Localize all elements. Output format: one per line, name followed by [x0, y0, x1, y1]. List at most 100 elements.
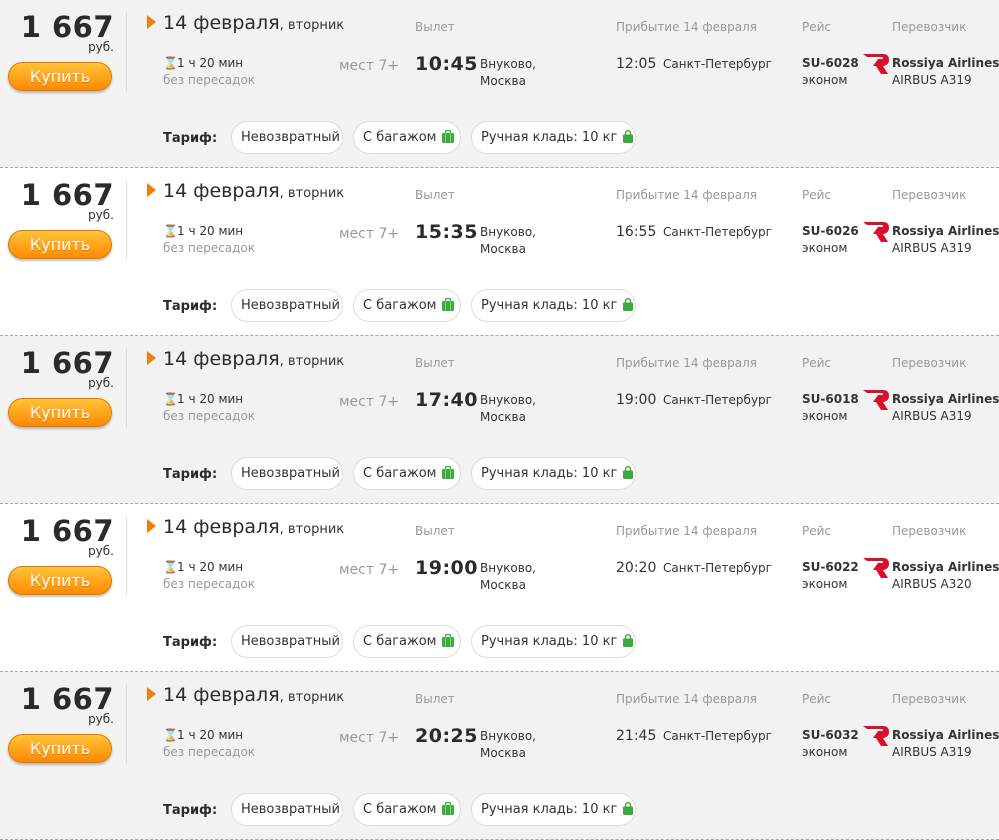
tariff-baggage-option[interactable]: С багажом — [353, 457, 461, 490]
tariff-baggage-option[interactable]: С багажом — [353, 625, 461, 658]
weekday-text: , вторник — [279, 522, 345, 537]
tariff-label: Тариф: — [163, 635, 218, 650]
divider — [126, 12, 127, 92]
tariff-nonrefundable-option[interactable]: Невозвратный — [231, 793, 343, 826]
price: 1 667 — [20, 346, 114, 380]
departure-header: Вылет — [415, 692, 455, 706]
tariff-label: Тариф: — [163, 131, 218, 146]
tariff-baggage-option[interactable]: С багажом — [353, 121, 461, 154]
arrival-city: Санкт-Петербург — [663, 393, 772, 407]
tariff-option-label: Ручная кладь: 10 кг — [481, 466, 618, 481]
handbag-icon — [623, 466, 634, 479]
fare-class: эконом — [802, 745, 848, 759]
tariff-nonrefundable-option[interactable]: Невозвратный — [231, 121, 343, 154]
tariff-option-label: Ручная кладь: 10 кг — [481, 634, 618, 649]
tariff-nonrefundable-option[interactable]: Невозвратный — [231, 457, 343, 490]
tariff-option-label: Невозвратный — [241, 802, 340, 817]
tariff-label: Тариф: — [163, 803, 218, 818]
flight-header: Рейс — [802, 20, 832, 34]
date-text: 14 февраля — [163, 516, 280, 538]
buy-button[interactable]: Купить — [8, 230, 112, 259]
carrier-header: Перевозчик — [892, 356, 967, 370]
price: 1 667 — [20, 178, 114, 212]
fare-class: эконом — [802, 577, 848, 591]
arrival-city: Санкт-Петербург — [663, 225, 772, 239]
flight-number: SU-6032 — [802, 728, 859, 742]
currency-label: руб. — [88, 40, 114, 54]
buy-button[interactable]: Купить — [8, 734, 112, 763]
flight-header: Рейс — [802, 356, 832, 370]
fare-class: эконом — [802, 241, 848, 255]
stops-info: без пересадок — [163, 73, 256, 87]
tariff-hand-luggage-option[interactable]: Ручная кладь: 10 кг — [471, 289, 636, 322]
divider — [126, 684, 127, 764]
tariff-option-label: С багажом — [363, 130, 437, 145]
suitcase-icon — [442, 298, 455, 311]
tariff-baggage-option[interactable]: С багажом — [353, 289, 461, 322]
expand-arrow-icon[interactable] — [147, 15, 156, 29]
departure-city: Москва — [480, 74, 526, 88]
tariff-hand-luggage-option[interactable]: Ручная кладь: 10 кг — [471, 121, 636, 154]
arrival-time: 21:45 — [616, 728, 657, 744]
airline-logo-icon — [863, 558, 889, 578]
departure-time: 19:00 — [415, 557, 478, 579]
departure-airport: Внуково, — [480, 393, 536, 407]
buy-button[interactable]: Купить — [8, 566, 112, 595]
airline-name: Rossiya Airlines — [892, 728, 999, 742]
airline-name: Rossiya Airlines — [892, 224, 999, 238]
tariff-option-label: С багажом — [363, 802, 437, 817]
stops-info: без пересадок — [163, 577, 256, 591]
departure-city: Москва — [480, 578, 526, 592]
arrival-city: Санкт-Петербург — [663, 57, 772, 71]
tariff-hand-luggage-option[interactable]: Ручная кладь: 10 кг — [471, 457, 636, 490]
stops-info: без пересадок — [163, 241, 256, 255]
hourglass-icon: ⌛ — [163, 560, 178, 574]
tariff-option-label: Ручная кладь: 10 кг — [481, 130, 618, 145]
expand-arrow-icon[interactable] — [147, 183, 156, 197]
flight-date: 14 февраля, вторник — [163, 516, 344, 538]
currency-label: руб. — [88, 544, 114, 558]
departure-place: Внуково, Москва — [480, 560, 536, 594]
currency-label: руб. — [88, 712, 114, 726]
carrier-header: Перевозчик — [892, 524, 967, 538]
tariff-nonrefundable-option[interactable]: Невозвратный — [231, 625, 343, 658]
tariff-baggage-option[interactable]: С багажом — [353, 793, 461, 826]
departure-time: 10:45 — [415, 53, 478, 75]
buy-button[interactable]: Купить — [8, 62, 112, 91]
flight-number: SU-6018 — [802, 392, 859, 406]
airline-logo-icon — [863, 222, 889, 242]
flight-date: 14 февраля, вторник — [163, 12, 344, 34]
tariff-hand-luggage-option[interactable]: Ручная кладь: 10 кг — [471, 793, 636, 826]
price: 1 667 — [20, 514, 114, 548]
flight-card: 1 667 руб. Купить 14 февраля, вторник ⌛ … — [0, 168, 999, 336]
airline-name: Rossiya Airlines — [892, 392, 999, 406]
tariff-label: Тариф: — [163, 467, 218, 482]
departure-airport: Внуково, — [480, 57, 536, 71]
buy-button[interactable]: Купить — [8, 398, 112, 427]
hourglass-icon: ⌛ — [163, 56, 178, 70]
departure-city: Москва — [480, 746, 526, 760]
hourglass-icon: ⌛ — [163, 392, 178, 406]
flight-header: Рейс — [802, 188, 832, 202]
seats-available: мест 7+ — [339, 562, 400, 578]
arrival-city: Санкт-Петербург — [663, 729, 772, 743]
handbag-icon — [623, 634, 634, 647]
suitcase-icon — [442, 466, 455, 479]
flight-number: SU-6028 — [802, 56, 859, 70]
tariff-hand-luggage-option[interactable]: Ручная кладь: 10 кг — [471, 625, 636, 658]
flight-card: 1 667 руб. Купить 14 февраля, вторник ⌛ … — [0, 336, 999, 504]
expand-arrow-icon[interactable] — [147, 519, 156, 533]
tariff-nonrefundable-option[interactable]: Невозвратный — [231, 289, 343, 322]
arrival-time: 20:20 — [616, 560, 657, 576]
expand-arrow-icon[interactable] — [147, 351, 156, 365]
expand-arrow-icon[interactable] — [147, 687, 156, 701]
carrier-header: Перевозчик — [892, 188, 967, 202]
arrival-city: Санкт-Петербург — [663, 561, 772, 575]
date-text: 14 февраля — [163, 180, 280, 202]
airline-logo-icon — [863, 726, 889, 746]
flight-duration: 1 ч 20 мин — [177, 56, 244, 70]
arrival-time: 16:55 — [616, 224, 657, 240]
departure-airport: Внуково, — [480, 729, 536, 743]
departure-place: Внуково, Москва — [480, 392, 536, 426]
flight-date: 14 февраля, вторник — [163, 180, 344, 202]
